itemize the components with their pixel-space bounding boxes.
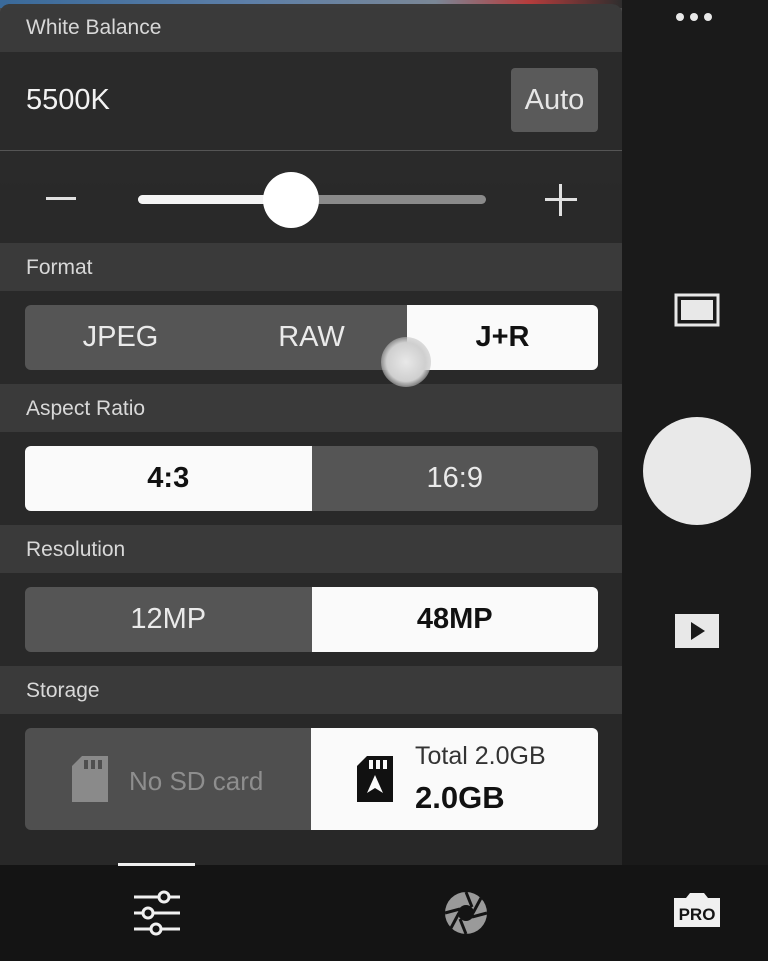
format-title: Format — [26, 256, 93, 279]
internal-storage-icon — [357, 756, 393, 802]
white-balance-auto-button[interactable]: Auto — [511, 68, 598, 132]
aspect-ratio-icon[interactable] — [674, 293, 720, 327]
decrease-icon[interactable] — [46, 197, 76, 200]
pro-mode-label: PRO — [679, 905, 716, 924]
pro-mode-icon[interactable]: PRO — [672, 892, 722, 928]
storage-option-internal[interactable]: Total 2.0GB 2.0GB — [311, 728, 598, 830]
resolution-title: Resolution — [26, 538, 126, 561]
storage-option-sd-card[interactable]: No SD card — [25, 728, 311, 830]
format-option-raw[interactable]: RAW — [216, 305, 407, 370]
playback-icon[interactable] — [674, 613, 720, 649]
format-header: Format — [0, 243, 622, 291]
storage-header: Storage — [0, 666, 622, 714]
more-dots-icon[interactable] — [676, 13, 712, 21]
resolution-option-48mp[interactable]: 48MP — [311, 587, 598, 652]
divider — [0, 150, 622, 151]
sd-card-icon — [72, 756, 108, 802]
storage-title: Storage — [26, 679, 100, 702]
camera-settings-panel: White Balance 5500K Auto Format JPEG RAW… — [0, 4, 622, 865]
shutter-button[interactable] — [643, 417, 751, 525]
white-balance-header: White Balance — [0, 4, 622, 52]
aspect-ratio-title: Aspect Ratio — [26, 397, 146, 420]
storage-free-value: 2.0GB — [415, 780, 505, 815]
bottom-tab-bar — [0, 865, 768, 961]
white-balance-value: 5500K — [26, 84, 110, 116]
resolution-header: Resolution — [0, 525, 622, 573]
aspect-ratio-selector: 4:3 16:9 — [25, 446, 598, 511]
slider-thumb[interactable] — [263, 172, 320, 228]
aperture-icon[interactable] — [442, 889, 490, 937]
format-selector: JPEG RAW J+R — [25, 305, 598, 370]
aspect-ratio-header: Aspect Ratio — [0, 384, 622, 432]
tab-selected-indicator — [118, 863, 195, 866]
aspect-option-4-3[interactable]: 4:3 — [25, 446, 312, 511]
white-balance-title: White Balance — [26, 16, 162, 39]
storage-selector: No SD card Total 2.0GB 2.0GB — [25, 728, 598, 830]
touch-indicator — [381, 337, 431, 387]
format-option-jr[interactable]: J+R — [407, 305, 598, 370]
storage-total-label: Total 2.0GB — [415, 742, 546, 770]
no-sd-card-label: No SD card — [129, 766, 264, 796]
settings-sliders-icon[interactable] — [134, 889, 180, 937]
aspect-option-16-9[interactable]: 16:9 — [312, 446, 599, 511]
increase-icon[interactable] — [545, 184, 577, 216]
format-option-jpeg[interactable]: JPEG — [25, 305, 216, 370]
white-balance-slider[interactable] — [138, 172, 486, 228]
resolution-selector: 12MP 48MP — [25, 587, 598, 652]
resolution-option-12mp[interactable]: 12MP — [25, 587, 312, 652]
